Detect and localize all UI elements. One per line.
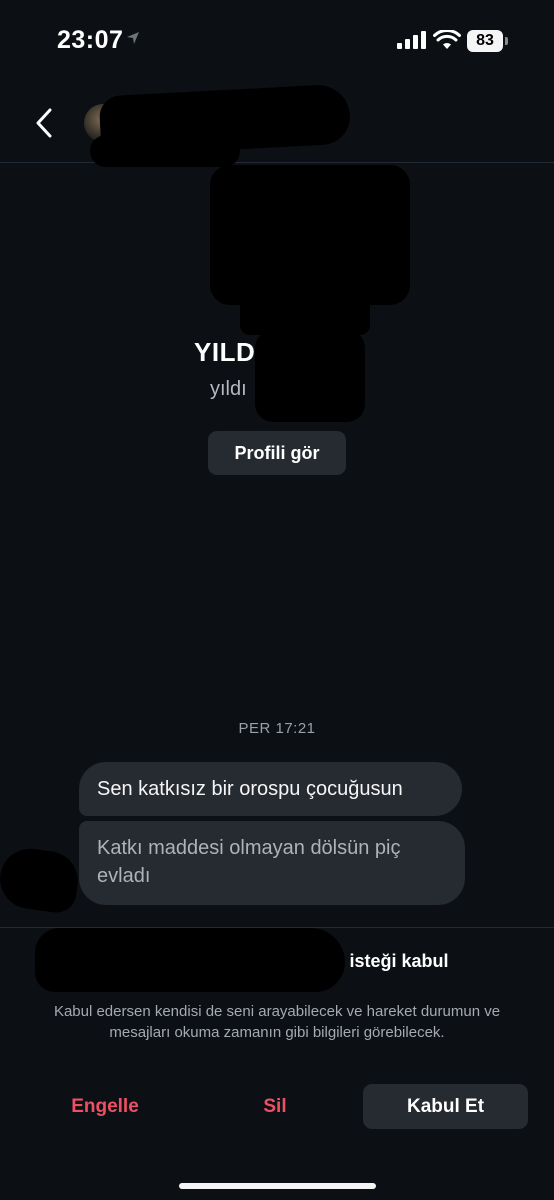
wifi-icon [433,30,461,49]
message-bubble-1[interactable]: Sen katkısız bir orospu çocuğusun [79,762,462,816]
delete-button[interactable]: Sil [220,1084,330,1129]
redaction-header-under [90,135,240,167]
redaction-sender-avatar [0,844,82,916]
message-timestamp: PER 17:21 [238,720,316,737]
request-description: Kabul edersen kendisi de seni arayabilec… [53,1003,501,1041]
view-profile-button[interactable]: Profili gör [208,431,346,475]
battery-level: 83 [467,30,503,52]
accept-button[interactable]: Kabul Et [363,1084,528,1129]
message-bubble-2[interactable]: Katkı maddesi olmayan dölsün piç evladı [79,821,465,905]
clock: 23:07 [57,26,124,54]
redaction-request-title [35,928,345,992]
profile-handle: yıldı [210,378,247,400]
redaction-profile-name [255,330,365,422]
home-indicator [179,1183,376,1189]
redaction-profile-photo [210,165,410,305]
redaction-profile-photo-lower [240,295,370,335]
status-bar: 23:07 83 [0,0,554,84]
profile-name: YILD [194,337,256,367]
battery-icon: 83 [467,30,509,52]
block-button[interactable]: Engelle [40,1084,170,1129]
location-arrow-icon [127,32,139,44]
back-chevron-icon[interactable] [30,106,60,140]
cellular-signal-icon [397,31,426,49]
